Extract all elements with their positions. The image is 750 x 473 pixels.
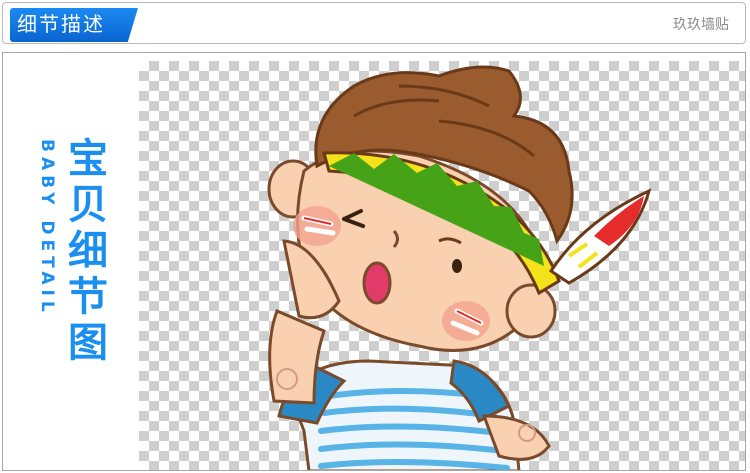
side-label-chinese: 宝贝细节图 <box>68 136 108 366</box>
cartoon-boy-icon <box>267 65 652 470</box>
side-label-english: BABY DETAIL <box>37 139 57 317</box>
shop-name: 玖玖墙贴 <box>673 17 729 33</box>
product-image <box>139 61 745 470</box>
detail-panel: BABY DETAIL 宝贝细节图 <box>2 52 746 471</box>
detail-header-bar: 细节描述 玖玖墙贴 <box>2 2 746 44</box>
header-title: 细节描述 <box>17 12 105 36</box>
side-label: BABY DETAIL 宝贝细节图 <box>33 136 123 436</box>
